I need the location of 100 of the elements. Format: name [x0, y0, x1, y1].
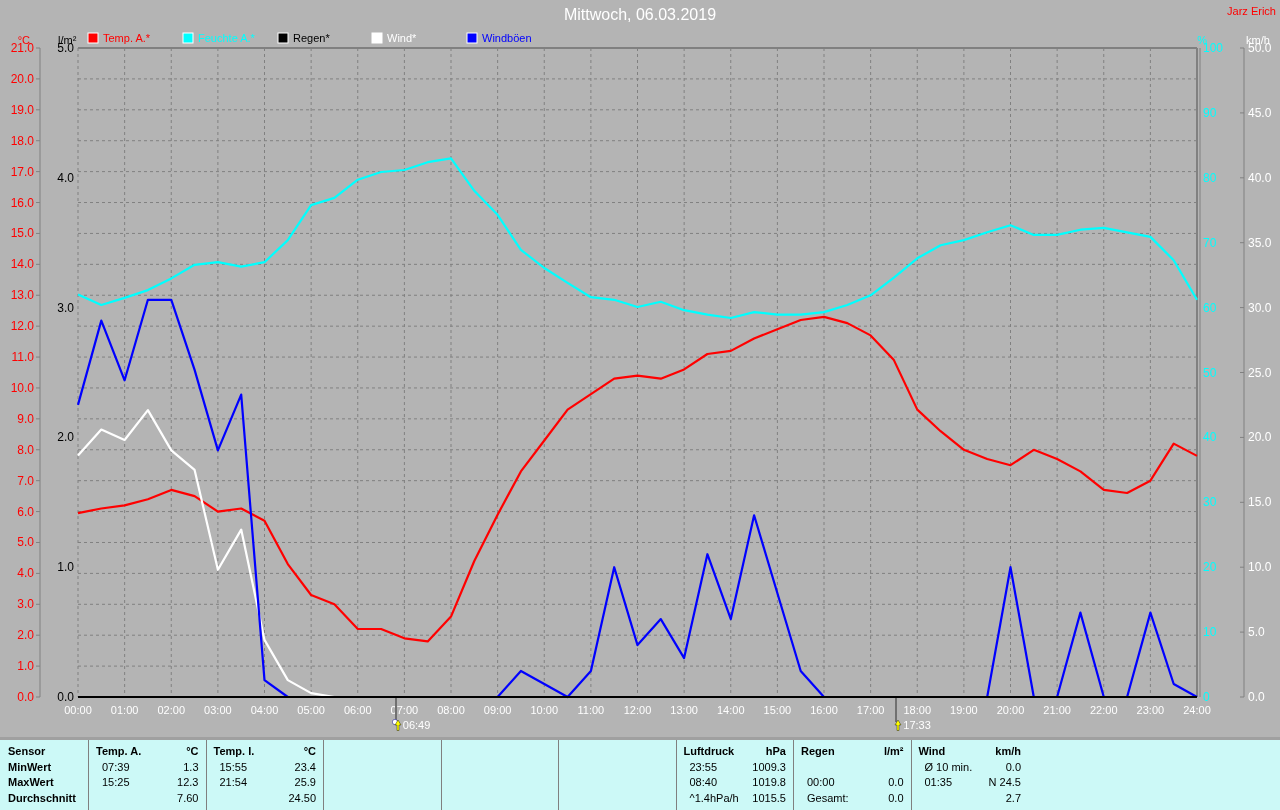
axis-tick-label: 20	[1203, 560, 1217, 575]
axis-tick-label: 12:00	[623, 704, 652, 716]
axis-tick-label: 15.0	[10, 226, 34, 241]
legend-label: Windböen	[482, 32, 532, 44]
unit-header: hPa	[765, 744, 786, 759]
axis-tick-label: 9.0	[17, 411, 34, 426]
table-cell-text: ^1.4hPa/h	[688, 790, 739, 806]
unit-header: km/h	[995, 744, 1021, 759]
sunrise-icon	[391, 719, 402, 731]
axis-tick-label: 5.0	[17, 535, 34, 550]
table-cell-text: Gesamt:	[806, 790, 849, 806]
axis-tick-label: 20.0	[1248, 430, 1272, 445]
row-label: MinWert	[8, 759, 53, 775]
chart-title: Mittwoch, 06.03.2019	[563, 5, 717, 25]
table-cell-text: 15:55	[218, 759, 248, 775]
axis-tick-label: 19:00	[950, 704, 978, 716]
legend-label: Wind*	[387, 32, 417, 44]
unit-header: l/m²	[883, 744, 904, 759]
table-cell-text: 21:54	[218, 775, 248, 790]
table-cell: 0.0	[1005, 759, 1021, 775]
axis-tick-label: 02:00	[157, 704, 185, 716]
axis-tick-label: 2.0	[57, 430, 74, 445]
axis-tick-label: 20:00	[996, 704, 1025, 716]
table-cell: 1009.3	[752, 759, 786, 775]
axis-tick-label: 30.0	[1248, 300, 1272, 315]
axis-tick-label: 06:00	[344, 704, 372, 716]
axis-tick-label: 3.0	[57, 300, 74, 315]
axis-tick-label: 24:00	[1183, 704, 1211, 716]
table-header: Temp. A.	[96, 744, 142, 759]
axis-tick-label: 6.0	[17, 504, 34, 519]
axis-tick-label: 15:00	[763, 704, 792, 716]
axis-tick-label: 35.0	[1248, 235, 1272, 250]
table-header: Sensor	[8, 744, 47, 759]
sun-time-label: 06:49	[402, 719, 431, 731]
axis-tick-label: 21:00	[1043, 704, 1071, 716]
table-header: Regen	[801, 744, 835, 759]
axis-tick-label: 4.0	[17, 566, 34, 581]
table-cell: 1015.5	[752, 790, 786, 806]
axis-tick-label: 0.0	[57, 690, 74, 704]
axis-tick-label: 3.0	[17, 597, 34, 612]
axis-tick-label: 50	[1203, 365, 1217, 380]
author-label: Jarz Erich	[1227, 5, 1276, 18]
table-cell-text: N 24.5	[988, 775, 1021, 790]
axis-tick-label: 13:00	[670, 704, 698, 716]
axis-tick-label: 14:00	[717, 704, 745, 716]
axis-tick-label: 17:00	[856, 704, 885, 716]
axis-tick-label: 13.0	[10, 288, 34, 303]
axis-tick-label: 09:00	[483, 704, 512, 716]
axis-tick-label: 08:00	[437, 704, 465, 716]
axis-tick-label: 05:00	[297, 704, 325, 716]
axis-tick-label: 10.0	[1248, 560, 1272, 575]
table-cell-text: 08:40	[688, 775, 718, 790]
axis-tick-label: 18.0	[10, 133, 34, 148]
axis-tick-label: 30	[1203, 495, 1217, 510]
table-header: Temp. I.	[213, 744, 255, 759]
axis-tick-label: 40.0	[1248, 170, 1272, 185]
axis-tick-label: 04:00	[250, 704, 279, 716]
table-cell: 23.4	[294, 759, 316, 775]
table-cell-text: 00:00	[806, 775, 835, 790]
axis-tick-label: 11:00	[577, 704, 605, 716]
legend-label: Temp. A.*	[103, 32, 151, 44]
table-cell-text: 1019.8	[752, 775, 786, 790]
axis-tick-label: 10:00	[530, 704, 558, 716]
sun-time-label: 17:33	[903, 719, 931, 731]
unit-header: °C	[186, 744, 199, 759]
axis-tick-label: 19.0	[10, 102, 34, 117]
axis-tick-label: 60	[1203, 300, 1217, 315]
table-cell-text: 0.0	[888, 775, 904, 790]
sunset-icon	[892, 719, 903, 731]
axis-tick-label: 0.0	[17, 690, 34, 704]
axis-tick-label: 16:00	[810, 704, 838, 716]
axis-tick-label: 8.0	[17, 442, 34, 457]
table-cell-text: 15:25	[101, 775, 130, 790]
axis-tick-label: 5.0	[1248, 625, 1265, 640]
row-label: MaxWert	[8, 775, 55, 790]
axis-tick-label: 23:00	[1136, 704, 1165, 716]
axis-tick-label: 00:00	[64, 704, 92, 716]
table-cell-text: 23:55	[688, 759, 718, 775]
axis-tick-label: 22:00	[1090, 704, 1118, 716]
axis-tick-label: 14.0	[10, 257, 34, 272]
row-label: Durchschnitt	[8, 790, 77, 806]
table-cell: 0.0	[888, 790, 904, 806]
table-cell: 7.60	[177, 790, 199, 806]
axis-tick-label: 1.0	[17, 659, 34, 674]
axis-tick-label: 12.0	[10, 319, 34, 334]
axis-tick-label: 70	[1203, 235, 1217, 250]
axis-tick-label: 25.0	[1248, 365, 1272, 380]
legend-label: Feuchte A.*	[198, 32, 255, 44]
axis-tick-label: 45.0	[1248, 105, 1272, 120]
axis-tick-label: 18:00	[903, 704, 931, 716]
axis-tick-label: 16.0	[10, 195, 34, 210]
table-cell-text: Ø 10 min.	[923, 759, 973, 775]
unit-header: °C	[303, 744, 316, 759]
axis-tick-label: 15.0	[1248, 495, 1272, 510]
axis-tick-label: 4.0	[57, 170, 74, 185]
table-cell-text: 01:35	[923, 775, 953, 790]
axis-tick-label: 17.0	[10, 164, 34, 179]
axis-tick-label: 0	[1203, 690, 1210, 704]
table-cell: 24.50	[288, 790, 316, 806]
axis-tick-label: 10.0	[10, 380, 34, 395]
